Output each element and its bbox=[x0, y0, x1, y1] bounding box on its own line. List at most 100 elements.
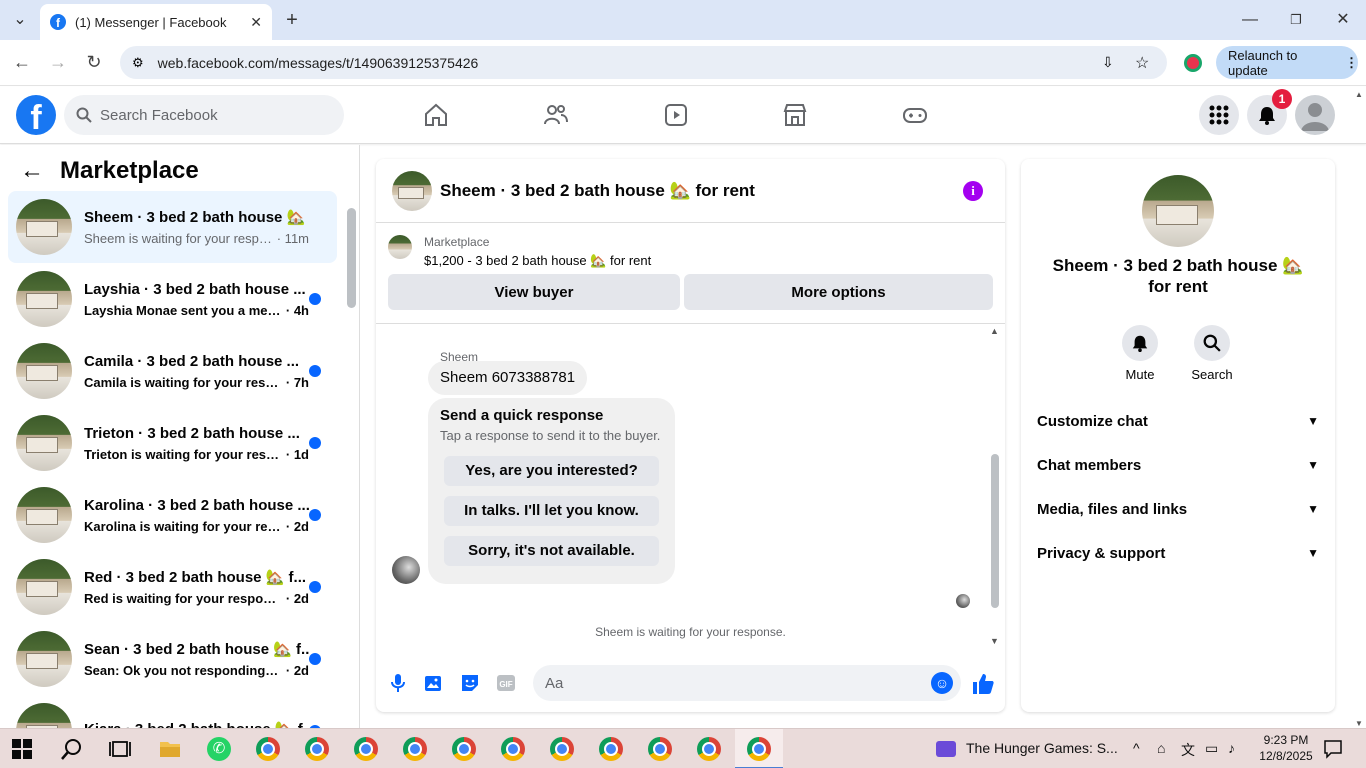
chat-title[interactable]: Sheem · 3 bed 2 bath house 🏡 for rent bbox=[440, 181, 963, 201]
conversation-preview: Layshia Monae sent you a mess... bbox=[84, 302, 282, 318]
account-avatar-button[interactable] bbox=[1295, 95, 1335, 135]
active-chrome-window[interactable] bbox=[735, 729, 783, 768]
home-icon[interactable] bbox=[422, 101, 450, 129]
browser-tab[interactable]: f (1) Messenger | Facebook ✕ bbox=[40, 4, 272, 40]
media-title[interactable]: The Hunger Games: S... bbox=[966, 740, 1118, 756]
more-options-button[interactable]: More options bbox=[684, 274, 993, 310]
conversation-name: Red · 3 bed 2 bath house 🏡 f... bbox=[84, 569, 307, 586]
tab-search-icon[interactable]: ⌄ bbox=[8, 8, 32, 32]
marketplace-listing[interactable]: Marketplace $1,200 - 3 bed 2 bath house … bbox=[388, 235, 651, 269]
conversation-item[interactable]: Karolina · 3 bed 2 bath house ... Karolin… bbox=[8, 479, 337, 551]
install-app-icon[interactable]: ⇩ bbox=[1102, 54, 1114, 71]
chat-members-section[interactable]: Chat members ▼ bbox=[1037, 445, 1319, 485]
conversation-preview: Camila is waiting for your respo... bbox=[84, 374, 282, 390]
thumbs-up-icon[interactable] bbox=[971, 672, 995, 696]
facebook-logo-icon[interactable]: f bbox=[16, 95, 56, 135]
new-tab-icon[interactable]: + bbox=[280, 8, 304, 32]
relaunch-button[interactable]: Relaunch to update ⋮ bbox=[1216, 46, 1358, 79]
conversation-item[interactable]: Kiara · 3 bed 2 bath house 🏡 f... bbox=[8, 695, 337, 728]
notification-center-icon[interactable] bbox=[1323, 739, 1343, 759]
page-scroll-down-icon[interactable]: ▼ bbox=[1352, 719, 1366, 728]
chrome-profile-3-icon[interactable] bbox=[354, 737, 378, 761]
page-scrollbar[interactable]: ▲ ▼ bbox=[1352, 90, 1366, 728]
meet-now-icon[interactable]: ⌂ bbox=[1157, 740, 1165, 756]
chrome-profile-6-icon[interactable] bbox=[501, 737, 525, 761]
details-avatar[interactable] bbox=[1142, 175, 1214, 247]
info-icon[interactable]: i bbox=[963, 180, 983, 201]
restore-icon[interactable]: ❐ bbox=[1284, 8, 1308, 32]
message-bubble[interactable]: Sheem 6073388781 bbox=[428, 361, 588, 395]
chat-scrollbar[interactable] bbox=[991, 454, 999, 608]
conversation-item[interactable]: Trieton · 3 bed 2 bath house ... Trieton … bbox=[8, 407, 337, 479]
chrome-profile-4-icon[interactable] bbox=[403, 737, 427, 761]
marketplace-icon[interactable] bbox=[781, 101, 809, 129]
listing-source: Marketplace bbox=[424, 235, 490, 249]
section-label: Customize chat bbox=[1037, 412, 1148, 430]
sidebar-scrollbar[interactable] bbox=[347, 208, 356, 308]
chrome-profile-1-icon[interactable] bbox=[256, 737, 280, 761]
chrome-profile-2-icon[interactable] bbox=[305, 737, 329, 761]
conversation-time: · 2d bbox=[285, 518, 309, 534]
file-explorer-icon[interactable] bbox=[158, 737, 182, 761]
quick-response-button[interactable]: Yes, are you interested? bbox=[444, 456, 659, 486]
conversation-item[interactable]: Sheem · 3 bed 2 bath house 🏡 f... Sheem i… bbox=[8, 191, 337, 263]
chrome-profile-10-icon[interactable] bbox=[697, 737, 721, 761]
conversation-name: Karolina · 3 bed 2 bath house ... bbox=[84, 496, 309, 514]
media-files-links-section[interactable]: Media, files and links ▼ bbox=[1037, 489, 1319, 529]
friends-icon[interactable] bbox=[542, 101, 570, 129]
quick-response-button[interactable]: Sorry, it's not available. bbox=[444, 536, 659, 566]
back-icon[interactable]: ← bbox=[10, 52, 34, 73]
privacy-support-section[interactable]: Privacy & support ▼ bbox=[1037, 533, 1319, 573]
windows-start-icon[interactable] bbox=[12, 739, 32, 759]
reload-icon[interactable]: ↻ bbox=[82, 52, 106, 73]
media-player-icon[interactable] bbox=[936, 741, 956, 757]
customize-chat-section[interactable]: Customize chat ▼ bbox=[1037, 401, 1319, 441]
scroll-down-icon[interactable]: ▼ bbox=[990, 636, 999, 646]
show-hidden-icons-chevron-icon[interactable]: ^ bbox=[1133, 740, 1140, 756]
back-arrow-icon[interactable]: ← bbox=[20, 157, 44, 185]
gaming-icon[interactable] bbox=[901, 101, 929, 129]
whatsapp-icon[interactable]: ✆ bbox=[207, 737, 231, 761]
language-icon[interactable]: 文 bbox=[1181, 740, 1195, 760]
conversation-item[interactable]: Layshia · 3 bed 2 bath house ... Layshia … bbox=[8, 263, 337, 335]
scroll-up-icon[interactable]: ▲ bbox=[990, 326, 999, 336]
profile-extension-icon[interactable] bbox=[1184, 54, 1202, 72]
tab-close-icon[interactable]: ✕ bbox=[250, 14, 262, 31]
quick-response-button[interactable]: In talks. I'll let you know. bbox=[444, 496, 659, 526]
menu-kebab-icon[interactable]: ⋮ bbox=[1345, 55, 1358, 71]
minimize-icon[interactable]: — bbox=[1238, 8, 1262, 32]
conversation-time: · 4h bbox=[285, 302, 309, 318]
menu-grid-button[interactable] bbox=[1199, 95, 1239, 135]
windows-taskbar: ✆ The Hunger Games: S... ^ ⌂ 文 ▭ ♪ 9:23 … bbox=[0, 728, 1366, 768]
message-input[interactable]: Aa ☺ bbox=[533, 665, 961, 701]
conversation-item[interactable]: Camila · 3 bed 2 bath house ... Camila is… bbox=[8, 335, 337, 407]
chrome-profile-5-icon[interactable] bbox=[452, 737, 476, 761]
site-info-icon[interactable]: ⚙ bbox=[132, 55, 144, 71]
network-icon[interactable]: ▭ bbox=[1205, 740, 1218, 757]
chrome-profile-9-icon[interactable] bbox=[648, 737, 672, 761]
url-field[interactable]: ⚙ web.facebook.com/messages/t/1490639125… bbox=[120, 46, 1167, 79]
bookmark-star-icon[interactable]: ☆ bbox=[1135, 53, 1149, 73]
conversation-item[interactable]: Red · 3 bed 2 bath house 🏡 f... Red is wa… bbox=[8, 551, 337, 623]
system-clock[interactable]: 9:23 PM 12/8/2025 bbox=[1258, 732, 1314, 764]
mute-button[interactable]: Mute bbox=[1110, 325, 1170, 382]
page-scroll-up-icon[interactable]: ▲ bbox=[1352, 90, 1366, 99]
chat-avatar[interactable] bbox=[392, 170, 432, 211]
conversation-item[interactable]: Sean · 3 bed 2 bath house 🏡 f... Sean: Ok… bbox=[8, 623, 337, 695]
microphone-icon[interactable] bbox=[387, 672, 409, 694]
window-close-icon[interactable]: ✕ bbox=[1331, 8, 1355, 32]
facebook-search-input[interactable]: Search Facebook bbox=[64, 95, 344, 135]
video-icon[interactable] bbox=[662, 101, 690, 129]
search-icon[interactable] bbox=[60, 737, 84, 761]
chrome-profile-8-icon[interactable] bbox=[599, 737, 623, 761]
search-conversation-button[interactable]: Search bbox=[1182, 325, 1242, 382]
view-buyer-button[interactable]: View buyer bbox=[388, 274, 680, 310]
task-view-icon[interactable] bbox=[108, 737, 132, 761]
gif-icon[interactable]: GIF bbox=[495, 672, 517, 694]
sticker-icon[interactable] bbox=[459, 672, 481, 694]
forward-icon[interactable]: → bbox=[46, 52, 70, 73]
chrome-profile-7-icon[interactable] bbox=[550, 737, 574, 761]
photo-icon[interactable] bbox=[423, 672, 445, 694]
emoji-icon[interactable]: ☺ bbox=[931, 672, 953, 694]
volume-icon[interactable]: ♪ bbox=[1228, 740, 1235, 756]
